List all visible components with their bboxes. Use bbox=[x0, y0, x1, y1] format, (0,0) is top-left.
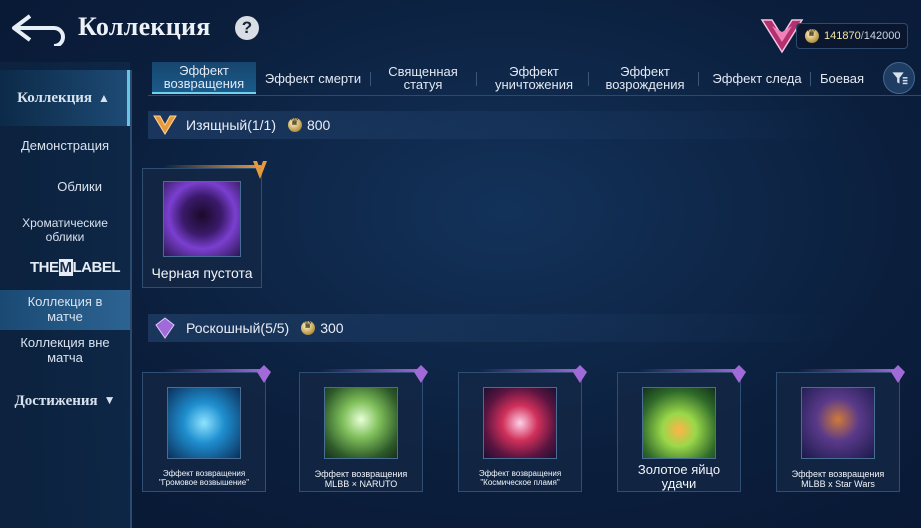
sidebar-item-label: Достижения bbox=[14, 393, 98, 409]
tab-divider bbox=[476, 72, 477, 86]
chevron-up-icon: ▲ bbox=[98, 90, 110, 105]
collection-points: 141870/142000 bbox=[796, 23, 908, 49]
sidebar: Коллекция ▲ Демонстрация Облики Хроматич… bbox=[0, 62, 130, 528]
sidebar-item-label: Коллекция bbox=[17, 89, 93, 106]
item-art bbox=[801, 387, 875, 459]
back-arrow-icon[interactable] bbox=[8, 10, 68, 46]
item-name: Эффект возвращения MLBB × NARUTO bbox=[314, 469, 408, 489]
sidebar-item-demo[interactable]: Демонстрация bbox=[0, 138, 130, 153]
sidebar-item-chromatic[interactable]: Хроматические облики bbox=[0, 216, 130, 244]
tab-sacred-statue[interactable]: Священная статуя bbox=[372, 62, 474, 94]
item-art bbox=[642, 387, 716, 459]
item-card[interactable]: Эффект возвращения "Громовое возвышение" bbox=[142, 365, 271, 492]
header: Коллекция ? 141870/142000 bbox=[0, 0, 921, 58]
item-card[interactable]: Эффект возвращения MLBB x Star Wars bbox=[776, 365, 905, 492]
help-icon[interactable]: ? bbox=[235, 16, 259, 40]
sidebar-divider bbox=[130, 70, 132, 528]
sidebar-item-skins[interactable]: Облики bbox=[0, 179, 130, 194]
item-art bbox=[324, 387, 398, 459]
page-title: Коллекция bbox=[78, 12, 211, 41]
item-name: Черная пустота bbox=[151, 265, 253, 281]
coin-icon bbox=[287, 117, 302, 132]
section-title: Роскошный(5/5) bbox=[186, 320, 290, 336]
tab-trail-effect[interactable]: Эффект следа bbox=[704, 62, 810, 94]
section-cost: 300 bbox=[301, 320, 344, 336]
sidebar-item-achievements[interactable]: Достижения ▼ bbox=[0, 393, 130, 410]
points-max: 142000 bbox=[863, 30, 901, 42]
coin-icon bbox=[805, 28, 819, 43]
tab-elimination-effect[interactable]: Эффект уничтожения bbox=[480, 62, 588, 94]
points-current: 141870 bbox=[824, 30, 861, 42]
tab-bar: Эффект возвращения Эффект смерти Священн… bbox=[148, 62, 921, 96]
item-card[interactable]: Эффект возвращения MLBB × NARUTO bbox=[299, 365, 428, 492]
item-art bbox=[483, 387, 557, 459]
tab-divider bbox=[810, 72, 811, 86]
chevron-down-icon: ▼ bbox=[103, 393, 116, 407]
item-name: Эффект возвращения MLBB x Star Wars bbox=[791, 469, 885, 489]
item-name: Эффект возвращения "Громовое возвышение" bbox=[158, 469, 250, 487]
section-deluxe-header: Роскошный(5/5) 300 bbox=[148, 314, 921, 342]
item-name: Золотое яйцо удачи bbox=[637, 462, 721, 491]
tab-battle[interactable]: Боевая bbox=[812, 62, 872, 94]
section-cost: 800 bbox=[287, 117, 330, 133]
section-elegant-header: Изящный(1/1) 800 bbox=[148, 111, 921, 139]
section-title: Изящный(1/1) bbox=[186, 117, 276, 133]
tab-divider bbox=[698, 72, 699, 86]
tab-divider bbox=[370, 72, 371, 86]
tab-divider bbox=[588, 72, 589, 86]
item-art bbox=[163, 181, 241, 257]
coin-icon bbox=[301, 320, 316, 335]
deluxe-tier-icon bbox=[155, 317, 175, 339]
tab-respawn-effect[interactable]: Эффект возрождения bbox=[592, 62, 698, 94]
sidebar-item-in-match[interactable]: Коллекция в матче bbox=[0, 290, 130, 330]
item-name: Эффект возвращения "Космическое пламя" bbox=[478, 469, 562, 487]
tab-death-effect[interactable]: Эффект смерти bbox=[258, 62, 368, 94]
sidebar-item-collection[interactable]: Коллекция ▲ bbox=[0, 70, 130, 126]
themlabel-logo[interactable]: THEMLABEL bbox=[30, 259, 120, 276]
filter-icon[interactable] bbox=[883, 62, 915, 94]
item-card[interactable]: Эффект возвращения "Космическое пламя" bbox=[458, 365, 587, 492]
item-card[interactable]: Золотое яйцо удачи bbox=[617, 365, 746, 492]
tabs-underline bbox=[148, 95, 921, 96]
tab-return-effect[interactable]: Эффект возвращения bbox=[152, 62, 256, 94]
elegant-tier-icon bbox=[153, 115, 177, 135]
sidebar-item-out-match[interactable]: Коллекция вне матча bbox=[0, 335, 130, 365]
item-card[interactable]: Черная пустота bbox=[142, 161, 267, 288]
item-art bbox=[167, 387, 241, 459]
